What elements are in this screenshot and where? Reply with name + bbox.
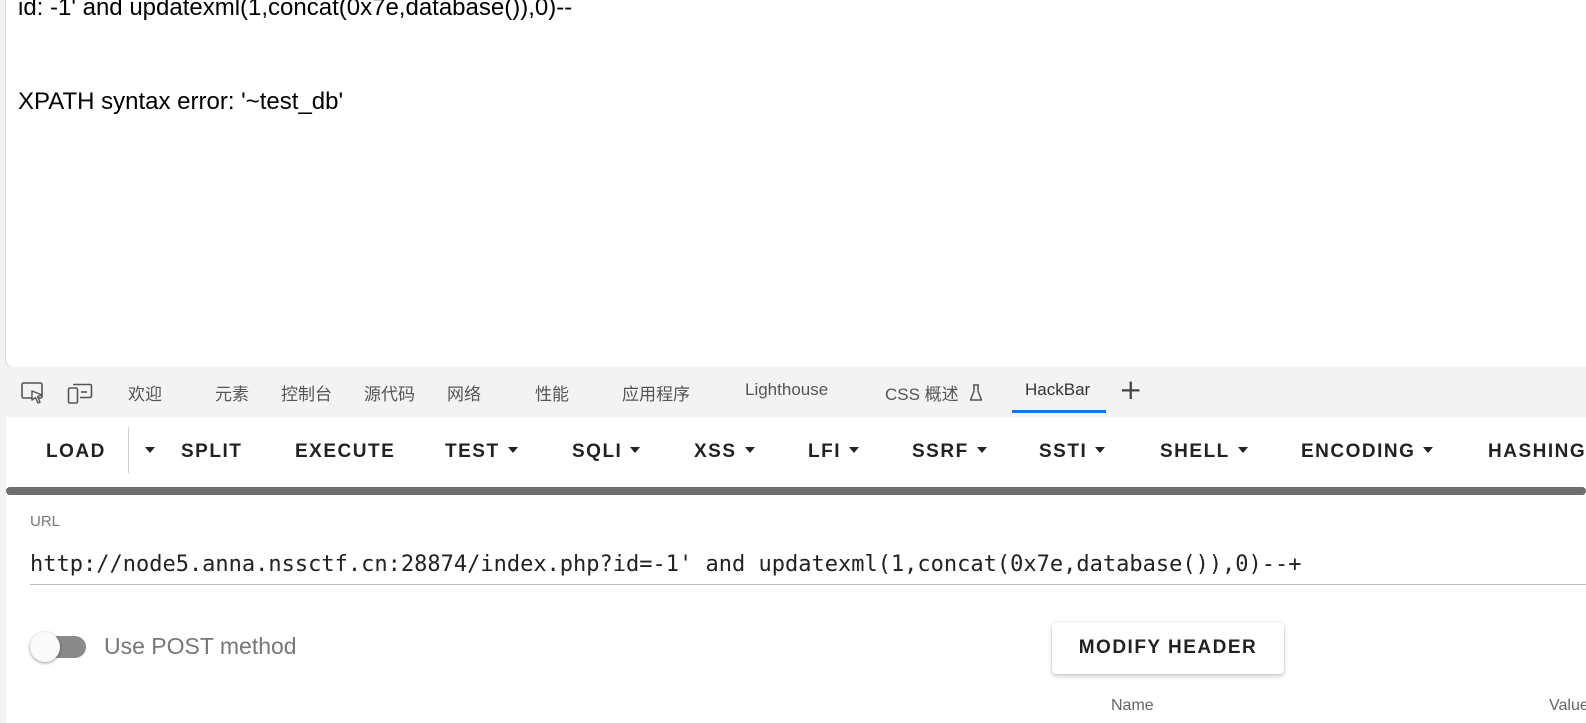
xss-menu-button[interactable]: XSS: [694, 441, 755, 463]
tab-console[interactable]: 控制台: [281, 380, 332, 405]
ssti-menu-button[interactable]: SSTI: [1039, 441, 1106, 463]
ssrf-menu-button[interactable]: SSRF: [912, 441, 987, 463]
lfi-menu-button[interactable]: LFI: [808, 441, 859, 463]
caret-down-icon: [1423, 446, 1434, 453]
ssrf-label: SSRF: [912, 441, 969, 462]
sqli-menu-button[interactable]: SQLI: [572, 441, 641, 463]
header-name-column: Name: [1111, 697, 1154, 714]
toolbar-divider: [128, 427, 129, 473]
flask-icon: [969, 384, 983, 407]
tab-performance[interactable]: 性能: [535, 380, 569, 405]
tab-css-overview[interactable]: CSS 概述: [885, 380, 983, 407]
tab-network[interactable]: 网络: [447, 380, 481, 405]
inspect-element-icon[interactable]: [20, 381, 46, 405]
caret-down-icon: [849, 446, 859, 453]
split-button[interactable]: SPLIT: [181, 441, 242, 463]
page-query-text: id: -1' and updatexml(1,concat(0x7e,data…: [18, 0, 573, 21]
hashing-menu-button[interactable]: HASHING: [1488, 441, 1586, 463]
hackbar-toolbar: LOAD SPLIT EXECUTE TEST SQLI XSS LFI SSR…: [6, 417, 1586, 487]
load-button[interactable]: LOAD: [46, 441, 106, 463]
execute-button[interactable]: EXECUTE: [295, 441, 395, 463]
tab-sources[interactable]: 源代码: [364, 380, 415, 405]
ssti-label: SSTI: [1039, 441, 1088, 462]
header-value-column: Value: [1549, 697, 1586, 714]
caret-down-icon: [744, 446, 755, 453]
lfi-label: LFI: [808, 441, 841, 462]
test-menu-button[interactable]: TEST: [445, 441, 518, 463]
caret-down-icon: [976, 446, 987, 453]
caret-down-icon: [145, 446, 155, 453]
tab-elements[interactable]: 元素: [215, 380, 249, 405]
hackbar-panel: LOAD SPLIT EXECUTE TEST SQLI XSS LFI SSR…: [6, 417, 1586, 723]
tab-application[interactable]: 应用程序: [622, 380, 690, 405]
url-input[interactable]: [30, 544, 1586, 585]
plus-icon[interactable]: +: [1119, 376, 1142, 404]
tab-welcome[interactable]: 欢迎: [128, 380, 162, 405]
modify-header-button[interactable]: MODIFY HEADER: [1052, 622, 1284, 674]
progress-bar: [6, 487, 1586, 495]
caret-down-icon: [1237, 446, 1248, 453]
post-toggle[interactable]: [30, 632, 60, 662]
caret-down-icon: [507, 446, 518, 453]
devtools-tabbar: 欢迎 元素 控制台 源代码 网络 性能 应用程序 Lighthouse CSS …: [6, 367, 1586, 417]
test-label: TEST: [445, 441, 500, 462]
device-toolbar-icon[interactable]: [67, 381, 93, 405]
load-dropdown-button[interactable]: [137, 441, 155, 463]
caret-down-icon: [1095, 446, 1106, 453]
encoding-label: ENCODING: [1301, 441, 1416, 462]
encoding-menu-button[interactable]: ENCODING: [1301, 441, 1434, 463]
shell-menu-button[interactable]: SHELL: [1160, 441, 1248, 463]
url-label: URL: [30, 513, 61, 530]
tab-hackbar[interactable]: HackBar: [1025, 380, 1090, 400]
tab-css-overview-label: CSS 概述: [885, 385, 959, 404]
xss-label: XSS: [694, 441, 737, 462]
shell-label: SHELL: [1160, 441, 1230, 462]
caret-down-icon: [630, 446, 641, 453]
page-error-text: XPATH syntax error: '~test_db': [18, 88, 344, 115]
post-method-label: Use POST method: [104, 633, 297, 659]
active-tab-indicator: [1012, 410, 1106, 413]
page-viewport: id: -1' and updatexml(1,concat(0x7e,data…: [6, 0, 1586, 367]
sqli-label: SQLI: [572, 441, 623, 462]
tab-lighthouse[interactable]: Lighthouse: [745, 380, 828, 400]
